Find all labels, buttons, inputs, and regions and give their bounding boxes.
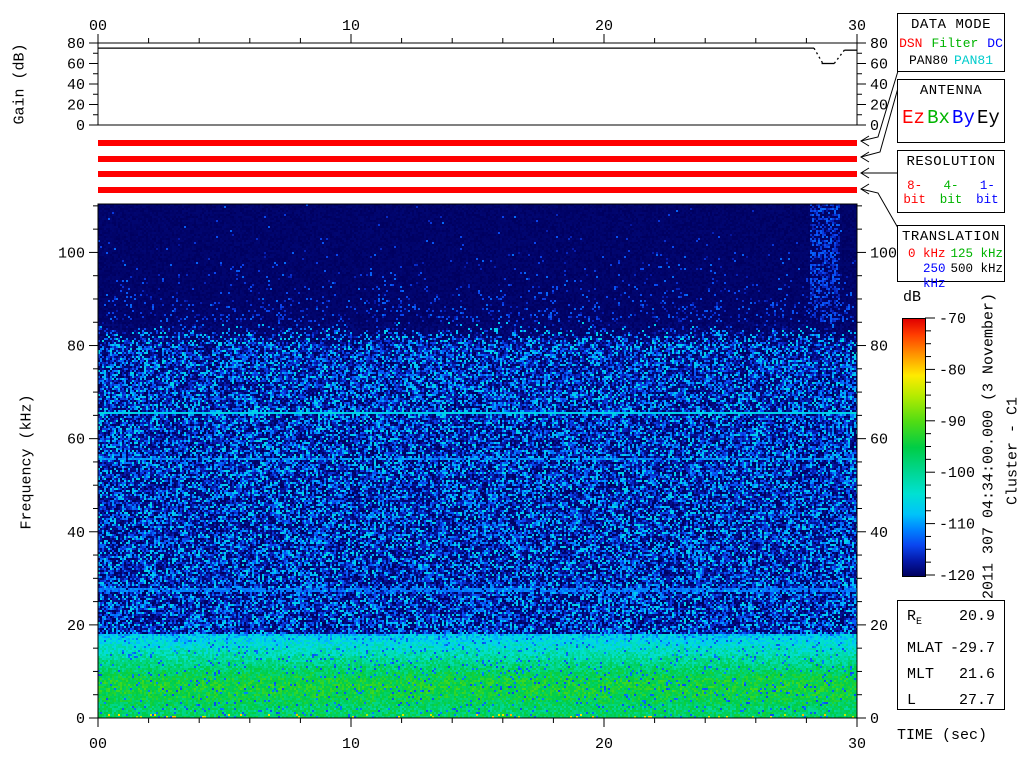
colorbar-axis: -70 -80 -90 -100 -110 -120	[925, 311, 975, 585]
ephemeris-row-l: L 27.7	[898, 688, 1004, 714]
status-stripe-antenna	[98, 156, 857, 162]
l-label: L	[907, 692, 917, 709]
svg-text:10: 10	[342, 736, 360, 753]
svg-text:30: 30	[848, 736, 866, 753]
svg-text:20: 20	[595, 736, 613, 753]
translation-125khz: 125 kHz	[950, 247, 1004, 261]
re-label: RE	[907, 608, 923, 628]
antenna-ez: Ez	[902, 107, 925, 129]
gain-curve	[98, 47, 857, 65]
svg-text:20: 20	[870, 618, 888, 635]
gain-db-axis: 0 0 20 20 40 40 60 60 80 80	[67, 36, 888, 135]
resolution-8bit: 8-bit	[903, 179, 926, 207]
svg-text:0: 0	[76, 711, 85, 728]
translation-0khz: 0 kHz	[908, 247, 946, 261]
data-mode-pan81: PAN81	[953, 53, 993, 68]
spectrogram-canvas	[98, 204, 857, 718]
svg-text:0: 0	[870, 118, 879, 135]
gain-time-axis: 00 10 20 30	[89, 18, 866, 43]
data-mode-legend: DATA MODE DSN Filter DC PAN80 PAN81	[897, 13, 1005, 72]
mlat-value: -29.7	[949, 640, 995, 657]
svg-text:-70: -70	[939, 311, 966, 328]
legend-connector-arrows	[860, 70, 899, 229]
svg-text:60: 60	[67, 432, 85, 449]
antenna-by: By	[952, 107, 975, 129]
svg-text:-110: -110	[939, 517, 975, 534]
ephemeris-row-re: RE 20.9	[898, 604, 1004, 636]
svg-text:40: 40	[870, 77, 888, 94]
svg-text:20: 20	[67, 98, 85, 115]
wbd-plot-page: 00 10 20 30 0 0 20 20 40 40 60 60 80 80 0 0 20 20 40 40 60 60…	[0, 0, 1024, 768]
svg-text:80: 80	[67, 339, 85, 356]
mlt-value: 21.6	[958, 666, 995, 683]
frequency-axis-label: Frequency (kHz)	[18, 394, 36, 530]
svg-text:100: 100	[58, 245, 85, 262]
status-stripe-resolution	[98, 171, 857, 177]
antenna-ey: Ey	[977, 107, 1000, 129]
data-mode-title: DATA MODE	[910, 17, 992, 33]
resolution-title: RESOLUTION	[906, 154, 996, 170]
mlt-label: MLT	[907, 666, 935, 683]
svg-text:20: 20	[67, 618, 85, 635]
re-value: 20.9	[958, 608, 995, 625]
svg-text:-100: -100	[939, 465, 975, 482]
svg-text:-120: -120	[939, 568, 975, 585]
svg-text:00: 00	[89, 736, 107, 753]
antenna-legend: ANTENNA Ez Bx By Ey	[897, 79, 1005, 143]
svg-text:0: 0	[870, 711, 879, 728]
svg-text:60: 60	[870, 432, 888, 449]
timestamp-label: 2011 307 04:34:00.000 (3 November)	[980, 292, 998, 600]
svg-text:-90: -90	[939, 414, 966, 431]
data-mode-dc: DC	[987, 36, 1003, 51]
antenna-title: ANTENNA	[919, 83, 983, 99]
status-stripe-data-mode	[98, 140, 857, 146]
translation-legend: TRANSLATION 0 kHz 125 kHz 250 kHz 500 kH…	[897, 225, 1005, 291]
svg-text:80: 80	[870, 339, 888, 356]
l-value: 27.7	[958, 692, 995, 709]
svg-text:20: 20	[870, 98, 888, 115]
svg-text:80: 80	[870, 36, 888, 53]
translation-500khz: 500 kHz	[950, 262, 1004, 276]
svg-text:100: 100	[870, 245, 897, 262]
time-axis-label: TIME (sec)	[897, 727, 988, 744]
svg-text:00: 00	[89, 18, 107, 35]
ephemeris-row-mlt: MLT 21.6	[898, 662, 1004, 688]
resolution-4bit: 4-bit	[939, 179, 963, 207]
ephemeris-row-mlat: MLAT -29.7	[898, 636, 1004, 662]
ephemeris-box: RE 20.9 MLAT -29.7 MLT 21.6 L 27.7	[897, 600, 1005, 710]
status-stripe-translation	[98, 187, 857, 193]
svg-text:30: 30	[848, 18, 866, 35]
svg-text:80: 80	[67, 36, 85, 53]
colorbar-gradient	[902, 318, 926, 577]
svg-text:40: 40	[67, 525, 85, 542]
spacecraft-label: Cluster - C1	[1004, 396, 1022, 506]
mlat-label: MLAT	[907, 640, 944, 657]
spectrogram-time-axis: 00 10 20 30	[89, 718, 866, 753]
data-mode-pan80: PAN80	[909, 53, 949, 68]
svg-text:-80: -80	[939, 362, 966, 379]
svg-text:40: 40	[870, 525, 888, 542]
svg-text:20: 20	[595, 18, 613, 35]
resolution-1bit: 1-bit	[976, 179, 999, 207]
svg-text:40: 40	[67, 77, 85, 94]
translation-title: TRANSLATION	[902, 229, 1000, 245]
svg-text:0: 0	[76, 118, 85, 135]
status-stripes	[98, 140, 857, 193]
data-mode-dsn: DSN	[899, 36, 923, 51]
resolution-legend: RESOLUTION 8-bit 4-bit 1-bit	[897, 150, 1005, 213]
translation-250khz: 250 kHz	[923, 262, 946, 291]
svg-text:10: 10	[342, 18, 360, 35]
gain-axis-label: Gain (dB)	[11, 43, 29, 125]
data-mode-filter: Filter	[931, 36, 979, 51]
svg-text:60: 60	[870, 57, 888, 74]
svg-text:60: 60	[67, 57, 85, 74]
antenna-bx: Bx	[927, 107, 950, 129]
